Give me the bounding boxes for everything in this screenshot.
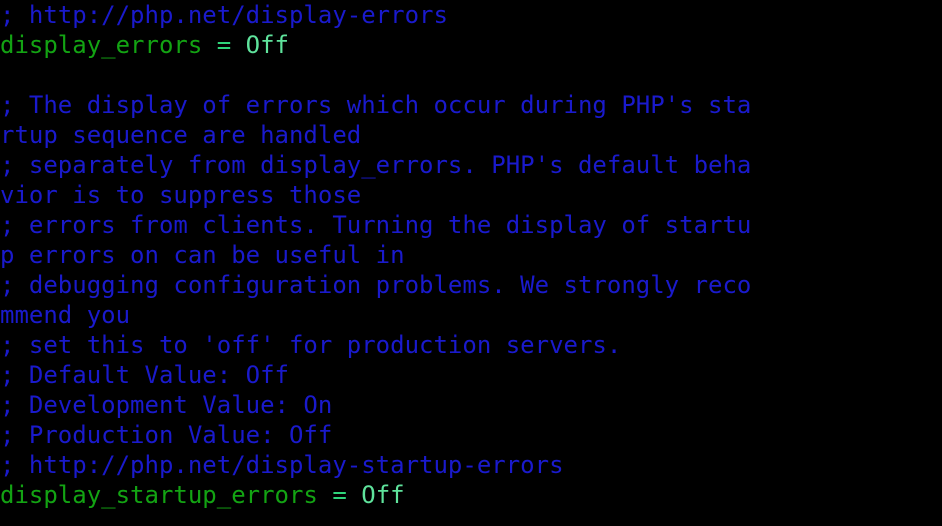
terminal-screen[interactable]: ; http://php.net/display-errors display_e… — [0, 0, 942, 526]
terminal-token-comment: ; The display of errors which occur duri… — [0, 91, 752, 119]
terminal-token-key: display_startup_errors — [0, 481, 333, 509]
terminal-token-comment: ; Development Value: On — [0, 391, 333, 419]
terminal-token-value: Off — [231, 31, 289, 59]
terminal-token-operator: = — [216, 31, 232, 59]
terminal-line: vior is to suppress those — [0, 180, 942, 210]
terminal-line: ; debugging configuration problems. We s… — [0, 270, 942, 300]
terminal-token-comment: ; Default Value: Off — [0, 361, 289, 389]
terminal-line: ; set this to 'off' for production serve… — [0, 330, 942, 360]
terminal-line: mmend you — [0, 300, 942, 330]
terminal-line: display_errors = Off — [0, 30, 942, 60]
terminal-token-comment: mmend you — [0, 301, 131, 329]
terminal-token-blank — [0, 61, 14, 89]
terminal-line: p errors on can be useful in — [0, 240, 942, 270]
terminal-token-comment: p errors on can be useful in — [0, 241, 405, 269]
terminal-line: display_startup_errors = Off — [0, 480, 942, 510]
terminal-line: ; Development Value: On — [0, 390, 942, 420]
terminal-token-comment: ; set this to 'off' for production serve… — [0, 331, 622, 359]
terminal-token-key: display_errors — [0, 31, 217, 59]
terminal-token-comment: ; separately from display_errors. PHP's … — [0, 151, 752, 179]
terminal-token-value: Off — [346, 481, 405, 509]
terminal-token-operator: = — [332, 481, 347, 509]
terminal-token-comment: ; http://php.net/display-errors — [0, 1, 448, 29]
terminal-line — [0, 60, 942, 90]
terminal-line: ; Production Value: Off — [0, 420, 942, 450]
terminal-token-comment: ; Production Value: Off — [0, 421, 333, 449]
terminal-line: rtup sequence are handled — [0, 120, 942, 150]
terminal-line: ; http://php.net/display-startup-errors — [0, 450, 942, 480]
terminal-token-comment: ; http://php.net/display-startup-errors — [0, 451, 564, 479]
terminal-token-comment: ; errors from clients. Turning the displ… — [0, 211, 752, 239]
terminal-line: ; The display of errors which occur duri… — [0, 90, 942, 120]
terminal-token-comment: ; debugging configuration problems. We s… — [0, 271, 752, 299]
terminal-token-comment: rtup sequence are handled — [0, 121, 362, 149]
terminal-line: ; errors from clients. Turning the displ… — [0, 210, 942, 240]
terminal-line: ; Default Value: Off — [0, 360, 942, 390]
terminal-line: ; separately from display_errors. PHP's … — [0, 150, 942, 180]
terminal-line: ; http://php.net/display-errors — [0, 0, 942, 30]
terminal-token-comment: vior is to suppress those — [0, 181, 362, 209]
